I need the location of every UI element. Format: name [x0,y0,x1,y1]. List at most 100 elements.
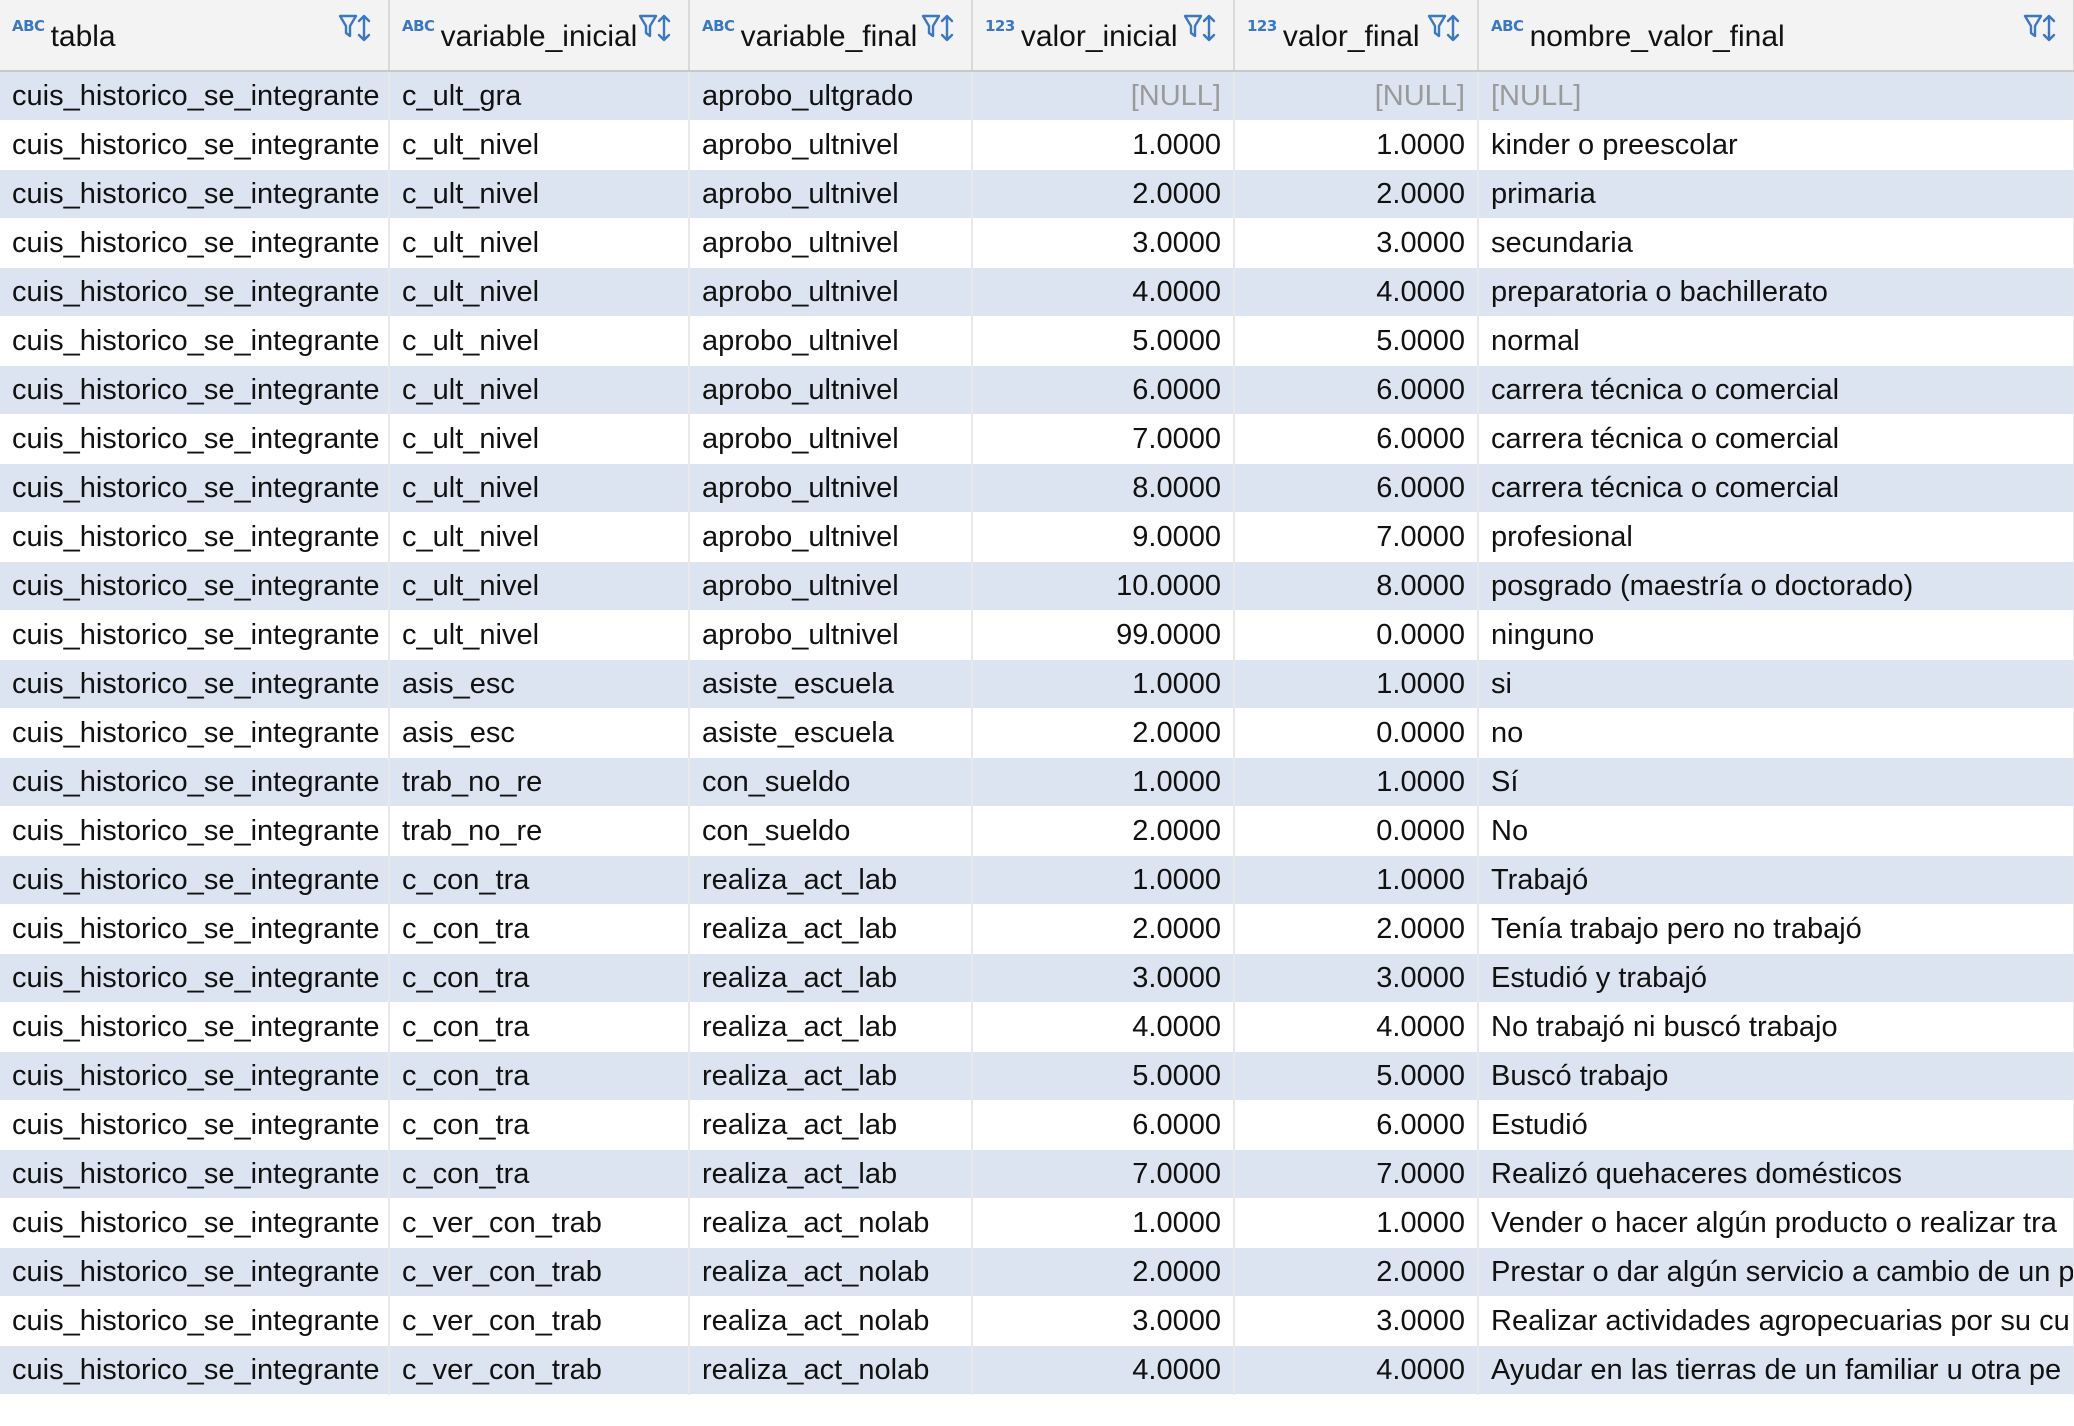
filter-sort-icon[interactable] [1183,12,1223,46]
cell-variable-inicial[interactable]: asis_esc [389,708,690,758]
cell-tabla[interactable]: cuis_historico_se_integrante [0,316,390,366]
cell-valor-final[interactable]: 2.0000 [1234,1247,1479,1297]
cell-nombre-valor-final[interactable]: Trabajó [1478,855,2074,905]
cell-variable-final[interactable]: con_sueldo [689,806,973,856]
cell-valor-inicial[interactable]: 7.0000 [972,1149,1235,1199]
cell-valor-inicial[interactable]: 2.0000 [972,904,1235,954]
cell-valor-inicial[interactable]: 4.0000 [972,267,1235,317]
cell-variable-final[interactable]: realiza_act_nolab [689,1247,973,1297]
cell-tabla[interactable]: cuis_historico_se_integrante [0,1051,390,1101]
cell-valor-final[interactable]: 3.0000 [1234,953,1479,1003]
cell-tabla[interactable]: cuis_historico_se_integrante [0,953,390,1003]
cell-valor-final[interactable]: 3.0000 [1234,1296,1479,1346]
cell-tabla[interactable]: cuis_historico_se_integrante [0,1198,390,1248]
cell-nombre-valor-final[interactable]: carrera técnica o comercial [1478,414,2074,464]
table-row[interactable]: cuis_historico_se_integrante c_ult_nivel a… [0,561,2074,611]
cell-nombre-valor-final[interactable]: carrera técnica o comercial [1478,463,2074,513]
cell-valor-final[interactable]: 1.0000 [1234,855,1479,905]
cell-variable-inicial[interactable]: c_ult_nivel [389,169,690,219]
cell-nombre-valor-final[interactable]: Buscó trabajo [1478,1051,2074,1101]
cell-variable-final[interactable]: aprobo_ultnivel [689,463,973,513]
cell-variable-inicial[interactable]: c_con_tra [389,953,690,1003]
cell-variable-inicial[interactable]: c_con_tra [389,855,690,905]
cell-valor-inicial[interactable]: [NULL] [972,71,1235,121]
column-header-valor-final[interactable]: 123 valor_final [1234,0,1479,72]
cell-variable-final[interactable]: realiza_act_lab [689,1149,973,1199]
cell-nombre-valor-final[interactable]: kinder o preescolar [1478,120,2074,170]
cell-variable-inicial[interactable]: c_ult_nivel [389,512,690,562]
cell-valor-inicial[interactable]: 4.0000 [972,1345,1235,1395]
table-row[interactable]: cuis_historico_se_integrante c_ult_nivel a… [0,610,2074,660]
cell-tabla[interactable]: cuis_historico_se_integrante [0,71,390,121]
cell-variable-final[interactable]: realiza_act_nolab [689,1296,973,1346]
cell-nombre-valor-final[interactable]: Ayudar en las tierras de un familiar u o… [1478,1345,2074,1395]
table-row[interactable]: cuis_historico_se_integrante c_ult_nivel a… [0,169,2074,219]
cell-valor-inicial[interactable]: 10.0000 [972,561,1235,611]
table-row[interactable]: cuis_historico_se_integrante c_ver_con_tr… [0,1247,2074,1297]
cell-variable-final[interactable]: aprobo_ultnivel [689,365,973,415]
table-row[interactable]: cuis_historico_se_integrante c_ult_nivel a… [0,463,2074,513]
table-row[interactable]: cuis_historico_se_integrante c_con_tra rea… [0,1100,2074,1150]
cell-nombre-valor-final[interactable]: Vender o hacer algún producto o realizar… [1478,1198,2074,1248]
table-row[interactable]: cuis_historico_se_integrante c_con_tra rea… [0,1002,2074,1052]
column-header-nombre-valor-final[interactable]: ABC nombre_valor_final [1478,0,2074,72]
cell-nombre-valor-final[interactable]: Realizar actividades agropecuarias por s… [1478,1296,2074,1346]
cell-variable-final[interactable]: realiza_act_lab [689,1002,973,1052]
cell-valor-inicial[interactable]: 3.0000 [972,953,1235,1003]
cell-nombre-valor-final[interactable]: carrera técnica o comercial [1478,365,2074,415]
cell-valor-final[interactable]: 0.0000 [1234,806,1479,856]
cell-nombre-valor-final[interactable]: secundaria [1478,218,2074,268]
cell-variable-inicial[interactable]: c_con_tra [389,1149,690,1199]
cell-nombre-valor-final[interactable]: posgrado (maestría o doctorado) [1478,561,2074,611]
table-row[interactable]: cuis_historico_se_integrante c_ult_gra apr… [0,71,2074,121]
table-row[interactable]: cuis_historico_se_integrante c_ult_nivel a… [0,267,2074,317]
cell-valor-final[interactable]: [NULL] [1234,71,1479,121]
table-row[interactable]: cuis_historico_se_integrante c_ver_con_tr… [0,1296,2074,1346]
cell-variable-inicial[interactable]: c_con_tra [389,904,690,954]
cell-valor-final[interactable]: 1.0000 [1234,120,1479,170]
column-header-variable-inicial[interactable]: ABC variable_inicial [389,0,690,72]
table-row[interactable]: cuis_historico_se_integrante c_con_tra rea… [0,904,2074,954]
column-header-tabla[interactable]: ABC tabla [0,0,390,72]
cell-tabla[interactable]: cuis_historico_se_integrante [0,414,390,464]
column-header-valor-inicial[interactable]: 123 valor_inicial [972,0,1235,72]
cell-variable-final[interactable]: aprobo_ultnivel [689,561,973,611]
filter-sort-icon[interactable] [338,12,378,46]
column-header-variable-final[interactable]: ABC variable_final [689,0,973,72]
cell-nombre-valor-final[interactable]: normal [1478,316,2074,366]
cell-tabla[interactable]: cuis_historico_se_integrante [0,120,390,170]
cell-nombre-valor-final[interactable]: Estudió y trabajó [1478,953,2074,1003]
cell-tabla[interactable]: cuis_historico_se_integrante [0,1345,390,1395]
cell-variable-final[interactable]: realiza_act_nolab [689,1198,973,1248]
cell-valor-inicial[interactable]: 3.0000 [972,218,1235,268]
cell-variable-final[interactable]: aprobo_ultnivel [689,120,973,170]
filter-sort-icon[interactable] [638,12,678,46]
cell-variable-final[interactable]: asiste_escuela [689,708,973,758]
cell-tabla[interactable]: cuis_historico_se_integrante [0,463,390,513]
cell-valor-final[interactable]: 4.0000 [1234,1002,1479,1052]
cell-valor-inicial[interactable]: 2.0000 [972,708,1235,758]
cell-valor-final[interactable]: 6.0000 [1234,365,1479,415]
table-row[interactable]: cuis_historico_se_integrante c_ult_nivel a… [0,316,2074,366]
table-row[interactable]: cuis_historico_se_integrante c_ult_nivel a… [0,512,2074,562]
cell-variable-inicial[interactable]: c_ult_nivel [389,463,690,513]
cell-nombre-valor-final[interactable]: Estudió [1478,1100,2074,1150]
filter-sort-icon[interactable] [921,12,961,46]
cell-variable-inicial[interactable]: c_ult_nivel [389,120,690,170]
cell-valor-final[interactable]: 8.0000 [1234,561,1479,611]
cell-tabla[interactable]: cuis_historico_se_integrante [0,512,390,562]
cell-variable-inicial[interactable]: c_ult_nivel [389,316,690,366]
cell-variable-inicial[interactable]: c_ult_nivel [389,610,690,660]
cell-valor-final[interactable]: 2.0000 [1234,904,1479,954]
cell-tabla[interactable]: cuis_historico_se_integrante [0,561,390,611]
cell-valor-inicial[interactable]: 2.0000 [972,1247,1235,1297]
cell-valor-final[interactable]: 1.0000 [1234,659,1479,709]
cell-valor-final[interactable]: 4.0000 [1234,267,1479,317]
cell-tabla[interactable]: cuis_historico_se_integrante [0,1247,390,1297]
cell-variable-inicial[interactable]: c_ver_con_trab [389,1247,690,1297]
cell-tabla[interactable]: cuis_historico_se_integrante [0,169,390,219]
cell-tabla[interactable]: cuis_historico_se_integrante [0,806,390,856]
table-row[interactable]: cuis_historico_se_integrante c_ver_con_tr… [0,1345,2074,1395]
cell-valor-final[interactable]: 0.0000 [1234,610,1479,660]
cell-valor-final[interactable]: 6.0000 [1234,463,1479,513]
